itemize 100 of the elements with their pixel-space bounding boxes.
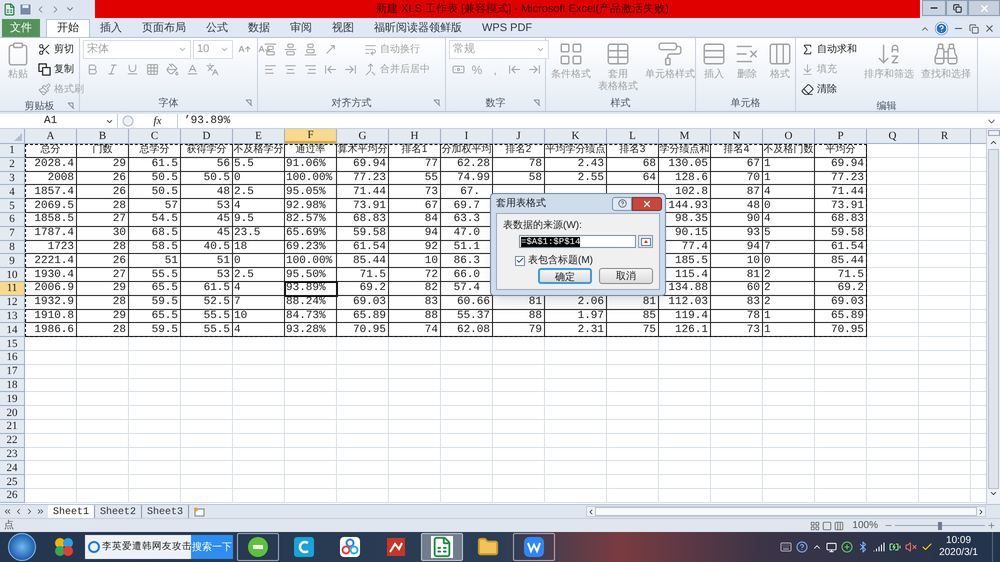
formula-field[interactable]: ’93.89%: [178, 114, 986, 128]
help-icon[interactable]: [796, 541, 808, 553]
row-header[interactable]: 23: [0, 448, 25, 462]
column-header[interactable]: I: [441, 129, 493, 143]
row-header[interactable]: 22: [0, 434, 25, 448]
row-header[interactable]: 26: [0, 488, 25, 503]
keyboard-icon[interactable]: [780, 541, 792, 553]
column-header[interactable]: J: [493, 129, 545, 143]
ribbon-button[interactable]: 自动求和: [799, 40, 859, 59]
ribbon-tab[interactable]: 数据: [238, 19, 280, 37]
ribbon-tab[interactable]: 开始: [46, 19, 90, 37]
ribbon-tab[interactable]: 插入: [90, 19, 132, 37]
muted-volume-icon[interactable]: [905, 541, 918, 553]
taskbar-app[interactable]: [513, 533, 555, 561]
collapse-dialog-button[interactable]: [638, 235, 653, 248]
ribbon-button[interactable]: 剪切: [36, 40, 76, 59]
row-header[interactable]: 24: [0, 461, 25, 476]
row-header[interactable]: 1: [0, 144, 25, 158]
close-button[interactable]: [632, 196, 662, 210]
column-header[interactable]: H: [389, 129, 441, 143]
column-header[interactable]: A: [25, 129, 77, 143]
row-header[interactable]: 9: [0, 254, 25, 268]
search-field[interactable]: 李英爱遭韩网友攻击: [85, 535, 191, 559]
row-header[interactable]: 10: [0, 268, 25, 282]
row-header[interactable]: 25: [0, 475, 25, 489]
row-header[interactable]: 2: [0, 158, 25, 172]
name-box[interactable]: A1: [0, 114, 118, 128]
dialog-button[interactable]: 取消: [599, 268, 653, 284]
ribbon-tab[interactable]: 文件: [2, 19, 40, 37]
ribbon-tab[interactable]: WPS PDF: [472, 19, 542, 37]
column-header[interactable]: Q: [867, 129, 919, 143]
row-header[interactable]: 6: [0, 212, 25, 227]
zoom-in-icon[interactable]: [987, 521, 996, 530]
scroll-left-icon[interactable]: [587, 508, 595, 516]
column-header[interactable]: O: [763, 129, 815, 143]
vertical-scrollbar[interactable]: [986, 129, 1000, 504]
restore-icon[interactable]: [969, 24, 979, 34]
dialog-button[interactable]: 确定: [538, 268, 592, 284]
dialog-launcher-icon[interactable]: [245, 99, 253, 107]
row-header[interactable]: 3: [0, 172, 25, 186]
dialog-launcher-icon[interactable]: [67, 102, 75, 110]
next-sheet-icon[interactable]: [25, 507, 34, 516]
active-cell[interactable]: 93.89%: [285, 282, 337, 296]
zoom-slider[interactable]: [895, 520, 985, 530]
checkbox[interactable]: [515, 256, 525, 266]
column-header[interactable]: P: [815, 129, 867, 143]
column-header[interactable]: K: [545, 129, 607, 143]
row-header[interactable]: 8: [0, 240, 25, 254]
start-button[interactable]: [8, 533, 36, 561]
first-sheet-icon[interactable]: [3, 507, 12, 516]
dialog-launcher-icon[interactable]: [533, 99, 541, 107]
monitor-icon[interactable]: [826, 542, 838, 552]
maximize-button[interactable]: [946, 0, 968, 16]
row-header[interactable]: 14: [0, 323, 25, 338]
help-button[interactable]: [612, 196, 632, 210]
ribbon-tab[interactable]: 公式: [196, 19, 238, 37]
taskbar-app[interactable]: [237, 533, 279, 561]
previous-sheet-icon[interactable]: [14, 507, 23, 516]
page-break-icon[interactable]: [834, 520, 844, 530]
ribbon-tab[interactable]: 页面布局: [132, 19, 196, 37]
row-header[interactable]: 18: [0, 378, 25, 392]
column-header[interactable]: B: [77, 129, 129, 143]
column-header[interactable]: N: [711, 129, 763, 143]
row-header[interactable]: 11: [0, 282, 25, 296]
clock[interactable]: 10:09 2020/3/1: [939, 535, 978, 559]
new-sheet-icon[interactable]: [193, 506, 206, 516]
normal-view-icon[interactable]: [810, 520, 820, 530]
scroll-up-icon[interactable]: [989, 138, 998, 147]
horizontal-scrollbar[interactable]: [586, 506, 986, 517]
slider-thumb[interactable]: [938, 522, 942, 530]
column-header[interactable]: D: [181, 129, 233, 143]
row-header[interactable]: 16: [0, 350, 25, 365]
ribbon-tab[interactable]: 审阅: [280, 19, 322, 37]
row-header[interactable]: 19: [0, 392, 25, 406]
row-header[interactable]: 7: [0, 226, 25, 241]
ribbon-button[interactable]: 复制: [36, 60, 76, 79]
column-header[interactable]: F: [285, 129, 337, 143]
signal-icon[interactable]: [873, 541, 886, 553]
formula-bar-handle-icon[interactable]: [122, 115, 134, 127]
column-header[interactable]: C: [129, 129, 181, 143]
insert-function-button[interactable]: fx: [138, 114, 178, 128]
row-header[interactable]: 12: [0, 296, 25, 310]
range-field[interactable]: =$A$1:$P$14: [519, 235, 636, 248]
row-header[interactable]: 5: [0, 199, 25, 213]
last-sheet-icon[interactable]: [36, 507, 45, 516]
row-header[interactable]: 15: [0, 337, 25, 351]
close-icon[interactable]: [984, 23, 995, 34]
zoom-level[interactable]: 100%: [852, 518, 878, 533]
ribbon-button[interactable]: 清除: [799, 80, 839, 99]
plus-circle-icon[interactable]: [841, 541, 854, 553]
row-header[interactable]: 20: [0, 406, 25, 420]
row-header[interactable]: 13: [0, 310, 25, 324]
save-icon[interactable]: [20, 4, 31, 14]
scroll-right-icon[interactable]: [977, 508, 985, 516]
dialog-launcher-icon[interactable]: [433, 99, 441, 107]
scroll-down-icon[interactable]: [989, 489, 998, 498]
row-header[interactable]: 4: [0, 185, 25, 200]
row-header[interactable]: 21: [0, 420, 25, 434]
ribbon-tab[interactable]: 福昕阅读器领鲜版: [364, 19, 472, 37]
sheet-tab[interactable]: Sheet1: [48, 505, 96, 518]
